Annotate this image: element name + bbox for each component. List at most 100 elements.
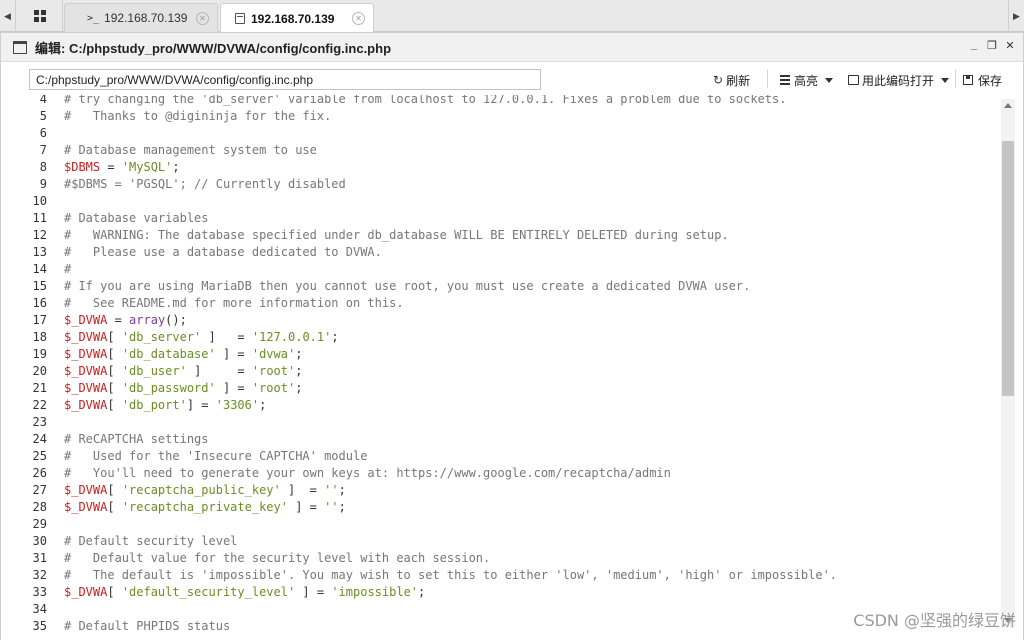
line-text: $_DVWA[ 'db_port'] = '3306'; — [64, 398, 267, 412]
line-text: # — [64, 262, 72, 276]
code-line[interactable]: 32 # The default is 'impossible'. You may… — [1, 567, 999, 584]
code-line[interactable]: 8 $DBMS = 'MySQL'; — [1, 159, 999, 176]
code-line[interactable]: 29 — [1, 516, 999, 533]
line-text: # If you are using MariaDB then you cann… — [64, 279, 751, 293]
restore-icon[interactable]: ❐ — [987, 39, 997, 52]
line-number: 19 — [32, 347, 47, 361]
line-number: 13 — [32, 245, 47, 259]
line-text: $_DVWA[ 'recaptcha_private_key' ] = ''; — [64, 500, 346, 514]
line-text: $_DVWA[ 'db_database' ] = 'dvwa'; — [64, 347, 303, 361]
line-number: 11 — [32, 211, 47, 225]
tab-scroll-right-icon[interactable]: ▶ — [1008, 0, 1024, 32]
code-line[interactable]: 9 #$DBMS = 'PGSQL'; // Currently disabled — [1, 176, 999, 193]
code-line[interactable]: 7 # Database management system to use — [1, 142, 999, 159]
code-line[interactable]: 24 # ReCAPTCHA settings — [1, 431, 999, 448]
line-text: $_DVWA[ 'db_server' ] = '127.0.0.1'; — [64, 330, 339, 344]
open-with-encoding-dropdown[interactable]: 用此编码打开 — [848, 71, 950, 89]
scrollbar-thumb[interactable] — [1002, 141, 1014, 396]
tab-terminal[interactable]: >_ 192.168.70.139 ✕ — [64, 3, 218, 32]
line-text: # Database management system to use — [64, 143, 317, 157]
code-line[interactable]: 23 — [1, 414, 999, 431]
code-line[interactable]: 14 # — [1, 261, 999, 278]
refresh-label: 刷新 — [726, 73, 751, 88]
code-line[interactable]: 22 $_DVWA[ 'db_port'] = '3306'; — [1, 397, 999, 414]
code-line[interactable]: 27 $_DVWA[ 'recaptcha_public_key' ] = ''; — [1, 482, 999, 499]
vertical-scrollbar[interactable] — [1001, 99, 1015, 627]
code-line[interactable]: 4 # try changing the 'db_server' variable… — [1, 95, 999, 108]
code-line[interactable]: 19 $_DVWA[ 'db_database' ] = 'dvwa'; — [1, 346, 999, 363]
code-line[interactable]: 12 # WARNING: The database specified unde… — [1, 227, 999, 244]
code-line[interactable]: 21 $_DVWA[ 'db_password' ] = 'root'; — [1, 380, 999, 397]
watermark: CSDN @坚强的绿豆饼 — [853, 611, 1016, 630]
code-lines: 4 # try changing the 'db_server' variable… — [1, 95, 999, 635]
line-number: 24 — [32, 432, 47, 446]
code-line[interactable]: 25 # Used for the 'Insecure CAPTCHA' modu… — [1, 448, 999, 465]
tab-scroll-left-icon[interactable]: ◀ — [0, 0, 16, 32]
line-text: # Default value for the security level w… — [64, 551, 491, 565]
highlight-dropdown[interactable]: 高亮 — [780, 71, 834, 89]
line-number: 15 — [32, 279, 47, 293]
line-number: 33 — [32, 585, 47, 599]
code-line[interactable]: 33 $_DVWA[ 'default_security_level' ] = '… — [1, 584, 999, 601]
save-button[interactable]: 保存 — [963, 71, 1002, 89]
line-text: $_DVWA[ 'default_security_level' ] = 'im… — [64, 585, 426, 599]
document-icon — [235, 13, 245, 24]
line-text: # Default security level — [64, 534, 238, 548]
line-number: 12 — [32, 228, 47, 242]
line-text — [47, 414, 64, 431]
code-line[interactable]: 31 # Default value for the security level… — [1, 550, 999, 567]
close-window-icon[interactable]: ✕ — [1005, 39, 1015, 52]
line-text: #$DBMS = 'PGSQL'; // Currently disabled — [64, 177, 346, 191]
line-number: 23 — [32, 415, 47, 429]
code-line[interactable]: 16 # See README.md for more information o… — [1, 295, 999, 312]
code-editor[interactable]: 4 # try changing the 'db_server' variable… — [1, 95, 1023, 640]
line-text: $DBMS = 'MySQL'; — [64, 160, 180, 174]
line-number: 27 — [32, 483, 47, 497]
file-path-input[interactable] — [29, 69, 541, 90]
line-number: 14 — [32, 262, 47, 276]
code-line[interactable]: 15 # If you are using MariaDB then you ca… — [1, 278, 999, 295]
code-line[interactable]: 34 — [1, 601, 999, 618]
code-line[interactable]: 6 — [1, 125, 999, 142]
line-text: # try changing the 'db_server' variable … — [64, 95, 787, 106]
open-file-icon — [848, 75, 859, 85]
line-number: 9 — [39, 177, 47, 191]
apps-grid-icon[interactable] — [17, 0, 63, 32]
window-title: 编辑: C:/phpstudy_pro/WWW/DVWA/config/conf… — [35, 40, 392, 56]
line-text: # See README.md for more information on … — [64, 296, 404, 310]
line-text: # Thanks to @digininja for the fix. — [64, 109, 332, 123]
window-titlebar: 编辑: C:/phpstudy_pro/WWW/DVWA/config/conf… — [1, 33, 1023, 62]
code-line[interactable]: 10 — [1, 193, 999, 210]
code-line[interactable]: 5 # Thanks to @digininja for the fix. — [1, 108, 999, 125]
line-number: 35 — [32, 619, 47, 633]
close-icon[interactable]: ✕ — [196, 11, 209, 25]
code-line[interactable]: 30 # Default security level — [1, 533, 999, 550]
code-line[interactable]: 26 # You'll need to generate your own key… — [1, 465, 999, 482]
line-number: 22 — [32, 398, 47, 412]
minimize-icon[interactable]: _ — [969, 39, 979, 52]
code-line[interactable]: 20 $_DVWA[ 'db_user' ] = 'root'; — [1, 363, 999, 380]
line-number: 20 — [32, 364, 47, 378]
chevron-down-icon — [825, 77, 834, 83]
code-line[interactable]: 11 # Database variables — [1, 210, 999, 227]
chevron-down-icon — [941, 77, 950, 83]
scroll-up-icon[interactable] — [1004, 103, 1012, 108]
close-icon[interactable]: ✕ — [352, 12, 365, 25]
tab-editor[interactable]: 192.168.70.139 ✕ — [220, 3, 374, 33]
code-line[interactable]: 35 # Default PHPIDS status — [1, 618, 999, 635]
line-text: # Database variables — [64, 211, 209, 225]
open-encoding-label: 用此编码打开 — [862, 73, 935, 88]
line-number: 21 — [32, 381, 47, 395]
code-line[interactable]: 13 # Please use a database dedicated to D… — [1, 244, 999, 261]
line-text: $_DVWA[ 'db_password' ] = 'root'; — [64, 381, 303, 395]
refresh-button[interactable]: ↻ 刷新 — [713, 71, 750, 89]
line-number: 18 — [32, 330, 47, 344]
window-icon — [13, 40, 27, 54]
line-text: # The default is 'impossible'. You may w… — [64, 568, 838, 582]
code-line[interactable]: 28 $_DVWA[ 'recaptcha_private_key' ] = ''… — [1, 499, 999, 516]
tab-label: 192.168.70.139 — [251, 11, 335, 26]
editor-toolbar: ↻ 刷新 高亮 用此编码打开 保存 — [1, 62, 1023, 95]
list-icon — [780, 75, 790, 85]
code-line[interactable]: 18 $_DVWA[ 'db_server' ] = '127.0.0.1'; — [1, 329, 999, 346]
code-line[interactable]: 17 $_DVWA = array(); — [1, 312, 999, 329]
